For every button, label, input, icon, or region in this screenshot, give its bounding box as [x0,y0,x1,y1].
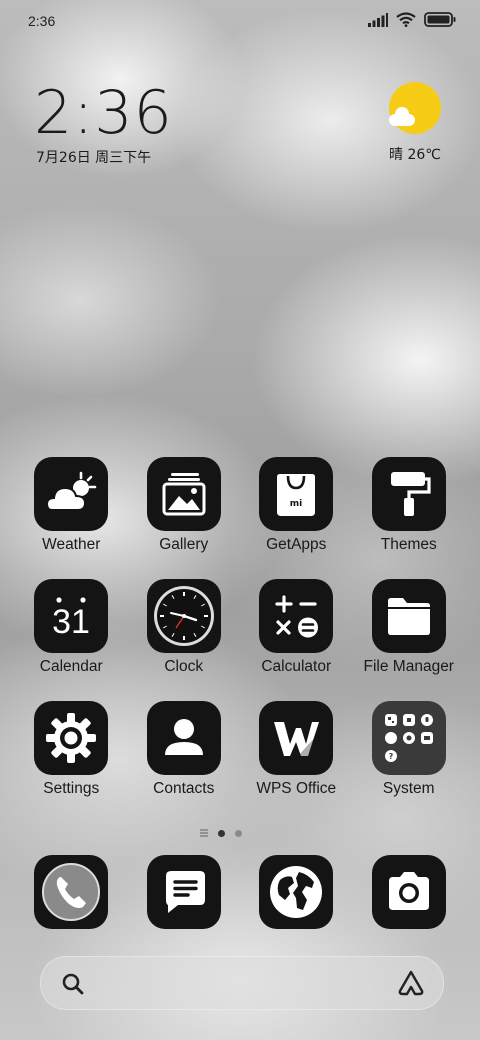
weather-text: 晴 26℃ [389,147,441,163]
camera-icon[interactable] [371,855,446,929]
calculator-icon[interactable] [259,579,334,653]
browser-icon[interactable] [259,855,334,929]
dock-camera[interactable] [353,855,466,929]
app-calendar[interactable]: 31 Calendar [15,579,128,676]
clock-icon[interactable] [146,579,221,653]
app-label: Clock [164,658,204,675]
app-system-folder[interactable]: ? System [353,701,466,798]
getapps-logo: mi [290,499,302,509]
app-getapps[interactable]: mi GetApps [240,457,353,554]
themes-icon[interactable] [371,457,446,531]
wps-icon[interactable] [259,701,334,775]
phone-icon[interactable] [34,855,109,929]
app-label: Contacts [153,780,215,797]
app-label: Calendar [39,658,103,675]
signal-icon [368,12,388,27]
home-clock[interactable]: 2:36 [34,78,173,148]
search-bar[interactable] [40,956,444,1010]
dock [15,855,465,929]
calendar-icon[interactable]: 31 [34,579,109,653]
app-label: Settings [43,780,100,797]
app-label: Weather [42,536,101,553]
contact-icon[interactable] [146,701,221,775]
dock-browser[interactable] [240,855,353,929]
gallery-icon[interactable] [146,457,221,531]
battery-icon [424,12,456,27]
getapps-icon[interactable]: mi [259,457,334,531]
app-themes[interactable]: Themes [353,457,466,554]
app-label: Themes [380,536,437,553]
gear-icon[interactable] [34,701,109,775]
assistant-icon[interactable] [397,969,425,997]
app-label: File Manager [363,658,454,675]
status-icons [368,12,456,27]
app-clock[interactable]: Clock [128,579,241,676]
messages-icon[interactable] [146,855,221,929]
app-calculator[interactable]: Calculator [240,579,353,676]
app-label: WPS Office [256,780,337,797]
sunny-icon [389,82,441,134]
app-file-manager[interactable]: File Manager [353,579,466,676]
calendar-day: 31 [52,603,90,641]
app-grid: Weather Gallery mi GetApps Themes 31 Cal… [15,457,465,798]
weather-widget[interactable]: 晴 26℃ [380,82,450,164]
page-indicator[interactable] [200,829,242,837]
page-dot[interactable] [235,829,242,837]
folder-icon[interactable] [371,579,446,653]
wifi-icon [396,12,416,27]
search-icon[interactable] [61,972,85,996]
dock-phone[interactable] [15,855,128,929]
svg-text:?: ? [388,752,393,761]
home-date: 7月26日 周三下午 [36,150,152,166]
app-label: GetApps [266,536,327,553]
weather-icon[interactable] [34,457,109,531]
app-label: System [382,780,435,797]
app-gallery[interactable]: Gallery [128,457,241,554]
app-settings[interactable]: Settings [15,701,128,798]
dock-messages[interactable] [128,855,241,929]
app-label: Gallery [159,536,209,553]
app-contacts[interactable]: Contacts [128,701,241,798]
status-bar: 2:36 [0,0,480,42]
app-weather[interactable]: Weather [15,457,128,554]
app-wps-office[interactable]: WPS Office [240,701,353,798]
status-time: 2:36 [28,13,56,29]
page-dot-active[interactable] [218,829,225,837]
app-label: Calculator [261,658,332,675]
system-folder-icon[interactable]: ? [371,701,446,775]
list-icon[interactable] [200,829,208,837]
